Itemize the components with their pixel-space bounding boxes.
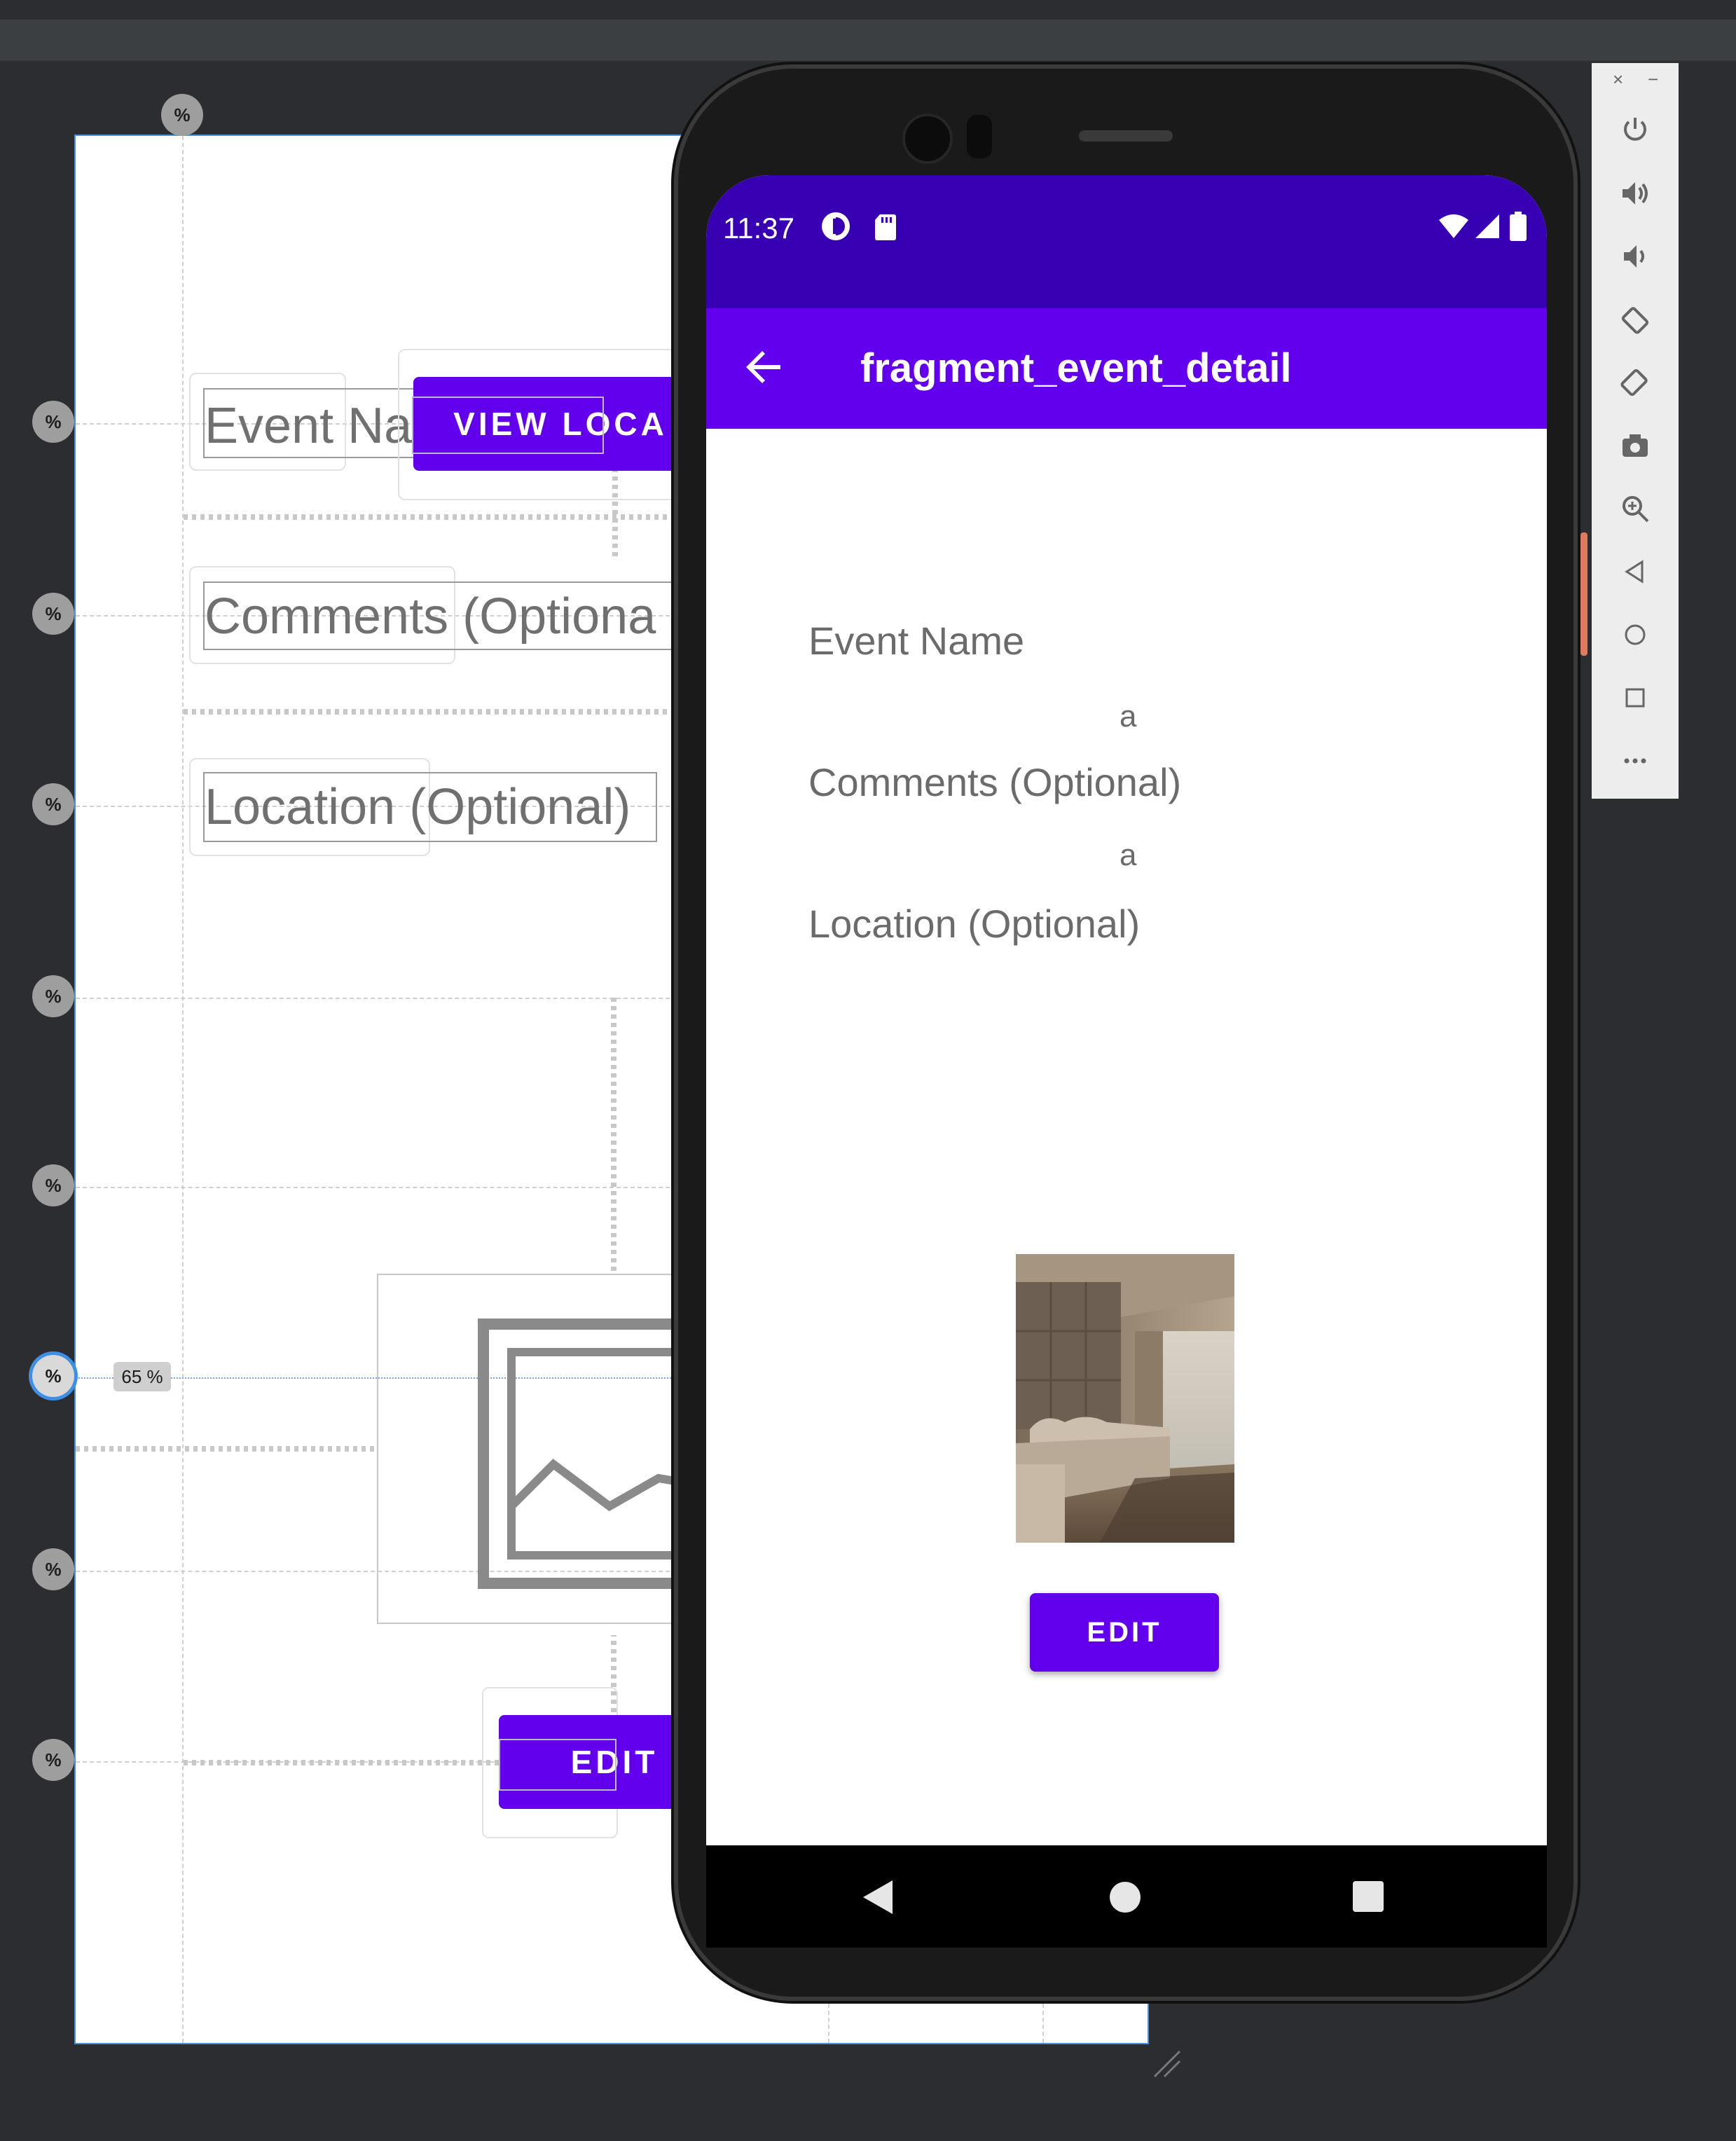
location-label: Location (Optional) xyxy=(808,902,1141,946)
wifi-icon xyxy=(1439,214,1468,238)
ide-top-bar xyxy=(0,0,1736,62)
nav-recents-icon[interactable] xyxy=(1351,1879,1386,1914)
earpiece-speaker xyxy=(1079,130,1173,142)
notification-app-icon xyxy=(822,212,850,240)
app-bar-title: fragment_event_detail xyxy=(860,345,1292,391)
front-camera xyxy=(902,113,953,164)
guideline-value-tag: 65 % xyxy=(113,1362,171,1391)
more-options-icon[interactable] xyxy=(1614,740,1656,782)
guideline-percent-handle[interactable]: % xyxy=(32,783,74,825)
event-name-value: a xyxy=(1120,699,1137,734)
screenshot-camera-icon[interactable] xyxy=(1614,425,1656,467)
emulator-side-indicator xyxy=(1580,532,1587,656)
view-location-outline xyxy=(412,397,604,454)
edit-button[interactable]: EDIT xyxy=(1030,1593,1219,1672)
vertical-guideline[interactable] xyxy=(182,136,184,2043)
location-ghost-label[interactable]: Location (Optional) xyxy=(205,782,631,832)
app-bar: fragment_event_detail xyxy=(706,308,1547,429)
nav-home-icon[interactable] xyxy=(1107,1879,1143,1915)
cellular-signal-icon xyxy=(1475,214,1499,238)
guideline-percent-handle-selected[interactable]: % xyxy=(32,1355,74,1397)
constraint-spring xyxy=(76,1446,377,1452)
comments-ghost-label[interactable]: Comments (Optiona xyxy=(205,591,656,642)
guideline-percent-handle[interactable]: % xyxy=(32,1739,74,1781)
guideline-percent-handle[interactable]: % xyxy=(32,401,74,443)
guideline-percent-handle[interactable]: % xyxy=(32,1164,74,1206)
sd-card-icon xyxy=(875,214,896,240)
device-screen[interactable]: 11:37 fragment_event_detail Event Name a… xyxy=(706,175,1547,1948)
navigation-bar xyxy=(706,1845,1547,1948)
emulator-toolbar: × − xyxy=(1592,63,1679,799)
sensor xyxy=(967,115,992,158)
close-emulator-icon[interactable]: × xyxy=(1613,69,1623,90)
event-photo[interactable] xyxy=(1016,1254,1234,1543)
event-name-ghost-label[interactable]: Event Na xyxy=(205,401,412,451)
event-name-label: Event Name xyxy=(808,619,1025,663)
minimize-emulator-icon[interactable]: − xyxy=(1648,69,1658,90)
guideline-percent-handle[interactable]: % xyxy=(32,1548,74,1590)
volume-up-icon[interactable] xyxy=(1614,172,1656,214)
rotate-left-icon[interactable] xyxy=(1614,298,1656,340)
zoom-icon[interactable] xyxy=(1614,488,1656,530)
guideline-percent-handle[interactable]: % xyxy=(32,975,74,1017)
status-bar: 11:37 xyxy=(706,175,1547,308)
volume-down-icon[interactable] xyxy=(1614,235,1656,277)
battery-icon xyxy=(1510,212,1527,241)
overview-icon[interactable] xyxy=(1614,677,1656,719)
status-time: 11:37 xyxy=(723,212,794,245)
edit-outline xyxy=(499,1739,616,1791)
comments-label: Comments (Optional) xyxy=(808,760,1182,804)
constraint-spring xyxy=(611,998,616,1271)
rotate-right-icon[interactable] xyxy=(1614,362,1656,404)
resize-grip-icon[interactable] xyxy=(1149,2046,1184,2081)
comments-value: a xyxy=(1120,838,1137,872)
nav-back-icon[interactable] xyxy=(859,1878,898,1917)
guideline-percent-handle[interactable]: % xyxy=(32,593,74,635)
guideline-percent-handle[interactable]: % xyxy=(161,94,203,136)
event-photo-image xyxy=(1016,1254,1234,1543)
home-icon[interactable] xyxy=(1614,614,1656,656)
power-icon[interactable] xyxy=(1614,109,1656,151)
back-icon[interactable] xyxy=(1614,551,1656,593)
back-arrow-icon[interactable] xyxy=(741,345,786,390)
